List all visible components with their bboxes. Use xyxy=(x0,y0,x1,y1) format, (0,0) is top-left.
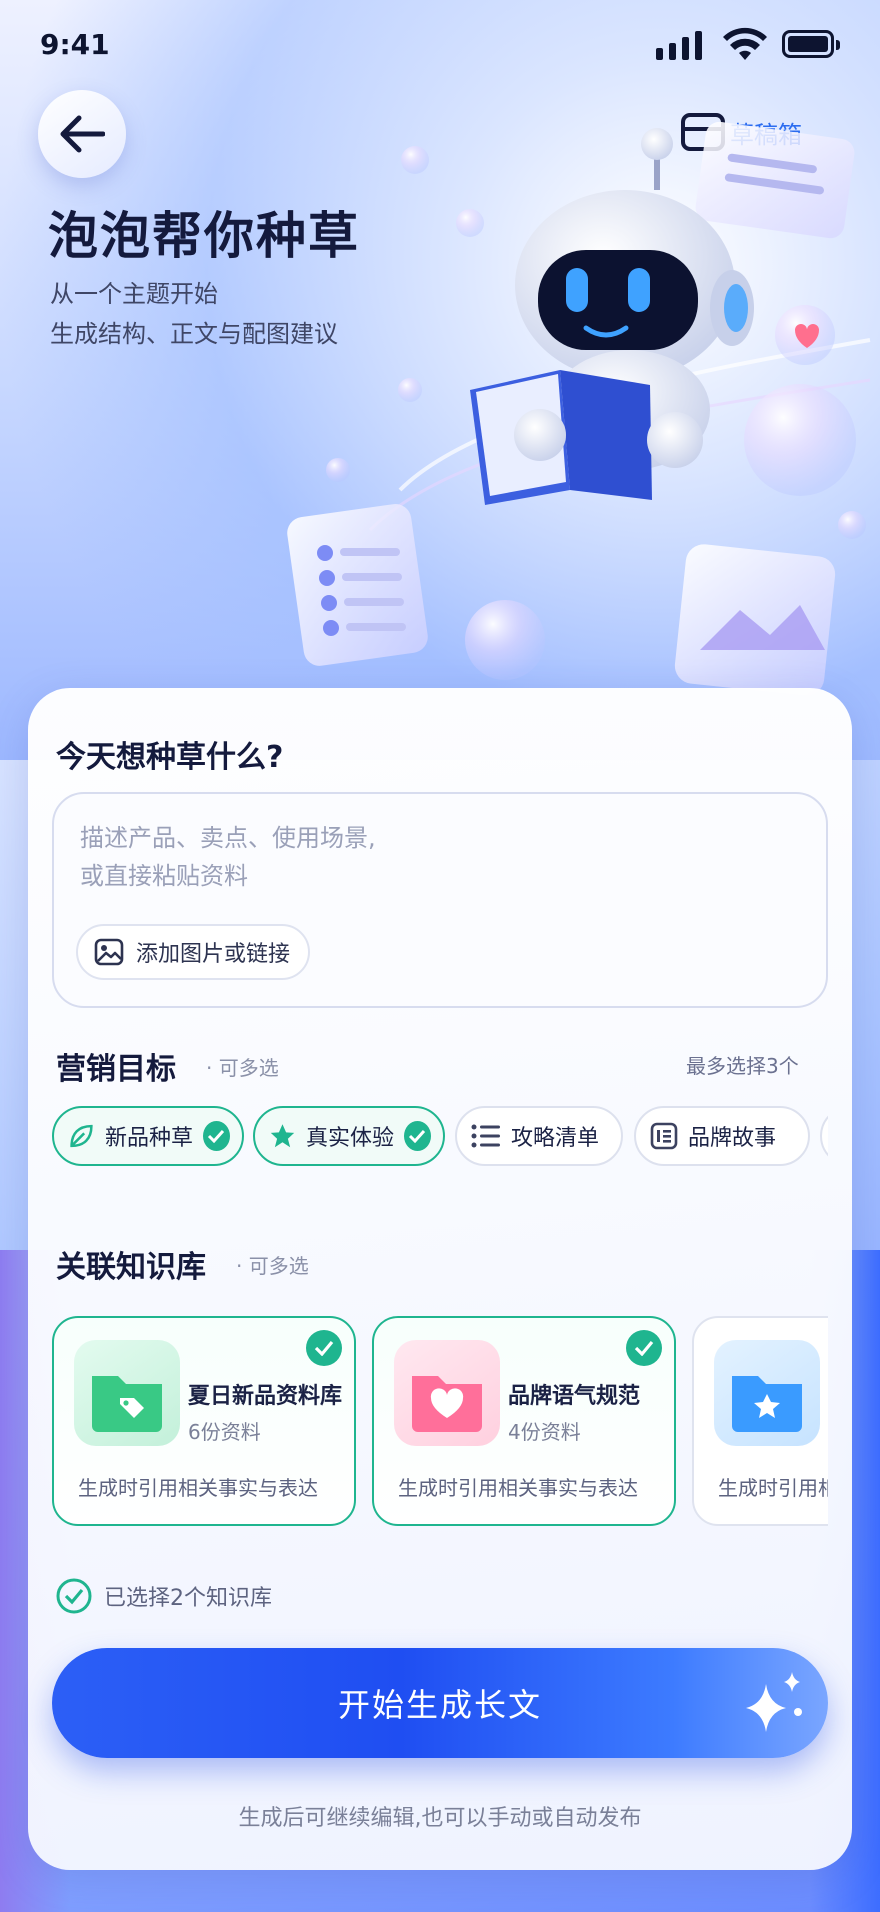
goal-chip-real-experience[interactable]: 真实体验 xyxy=(253,1106,445,1166)
check-icon xyxy=(203,1121,230,1151)
knowledge-card-list: 夏日新品资料库 6份资料 生成时引用相关事实与表达 品牌语气规范 4份资料 生成… xyxy=(52,1316,828,1528)
start-generate-button[interactable]: 开始生成长文 xyxy=(52,1648,828,1758)
goal-chip-list: 新品种草 真实体验 攻略清单 品牌故事 xyxy=(52,1106,828,1168)
knowledge-card-desc: 生成时引用相 xyxy=(718,1476,828,1500)
knowledge-card-name: 夏日新品资料库 xyxy=(188,1384,343,1409)
list-icon xyxy=(471,1124,500,1148)
status-time: 9:41 xyxy=(40,28,110,61)
check-icon xyxy=(626,1330,662,1366)
knowledge-card-name: 品牌语气规范 xyxy=(508,1384,641,1409)
topic-input-placeholder-line1: 描述产品、卖点、使用场景, xyxy=(80,824,376,852)
footer-note: 生成后可继续编辑,也可以手动或自动发布 xyxy=(238,1806,642,1831)
arrow-left-icon xyxy=(60,115,105,153)
star-icon xyxy=(270,1124,295,1148)
goal-chip-label: 新品种草 xyxy=(104,1126,193,1151)
back-button[interactable] xyxy=(38,90,126,178)
check-icon xyxy=(306,1330,342,1366)
robot-illustration xyxy=(287,121,871,696)
goal-chip-label: 品牌故事 xyxy=(688,1126,777,1151)
wifi-icon xyxy=(723,27,767,60)
goal-chip-label: 真实体验 xyxy=(305,1126,394,1151)
check-icon xyxy=(404,1121,431,1151)
goals-multi-hint: · 可多选 xyxy=(206,1056,279,1080)
cellular-signal-icon xyxy=(656,30,702,60)
prompt-question: 今天想种草什么? xyxy=(56,740,284,775)
knowledge-card-brand-tone[interactable]: 品牌语气规范 4份资料 生成时引用相关事实与表达 xyxy=(372,1316,676,1526)
knowledge-title: 关联知识库 xyxy=(56,1250,206,1285)
folder-heart-icon xyxy=(394,1340,500,1446)
status-bar: 9:41 xyxy=(0,0,880,90)
folder-star-icon xyxy=(714,1340,820,1446)
goals-title: 营销目标 xyxy=(56,1052,176,1087)
knowledge-card-count: 4份资料 xyxy=(508,1420,581,1444)
selected-summary-text: 已选择2个知识库 xyxy=(104,1586,272,1611)
goal-chip-label: 攻略清单 xyxy=(511,1126,600,1151)
knowledge-multi-hint: · 可多选 xyxy=(236,1254,309,1278)
knowledge-card-desc: 生成时引用相关事实与表达 xyxy=(398,1476,638,1500)
page-subtitle-line1: 从一个主题开始 xyxy=(50,280,218,308)
knowledge-card-desc: 生成时引用相关事实与表达 xyxy=(78,1476,318,1500)
document-icon xyxy=(650,1122,678,1150)
goal-chip-more[interactable] xyxy=(820,1106,828,1166)
knowledge-card-count: 6份资料 xyxy=(188,1420,261,1444)
add-image-or-link-label: 添加图片或链接 xyxy=(136,942,291,967)
sparkle-icon xyxy=(746,1672,802,1732)
image-icon xyxy=(94,938,124,966)
start-generate-label: 开始生成长文 xyxy=(337,1686,542,1724)
goal-chip-new-product[interactable]: 新品种草 xyxy=(52,1106,244,1166)
topic-input-placeholder-line2: 或直接粘贴资料 xyxy=(80,862,248,890)
add-image-or-link-button[interactable]: 添加图片或链接 xyxy=(76,924,311,980)
leaf-icon xyxy=(70,1124,93,1148)
knowledge-card-summer-new[interactable]: 夏日新品资料库 6份资料 生成时引用相关事实与表达 xyxy=(52,1316,356,1526)
goals-limit-hint: 最多选择3个 xyxy=(686,1054,799,1078)
check-circle-icon xyxy=(56,1578,92,1614)
selected-summary: 已选择2个知识库 xyxy=(56,1578,272,1614)
goal-chip-brand-story[interactable]: 品牌故事 xyxy=(634,1106,810,1166)
goal-chip-guide-list[interactable]: 攻略清单 xyxy=(455,1106,623,1166)
knowledge-card-third[interactable]: 生成时引用相 xyxy=(692,1316,828,1526)
battery-icon xyxy=(782,30,840,58)
folder-tag-icon xyxy=(74,1340,180,1446)
